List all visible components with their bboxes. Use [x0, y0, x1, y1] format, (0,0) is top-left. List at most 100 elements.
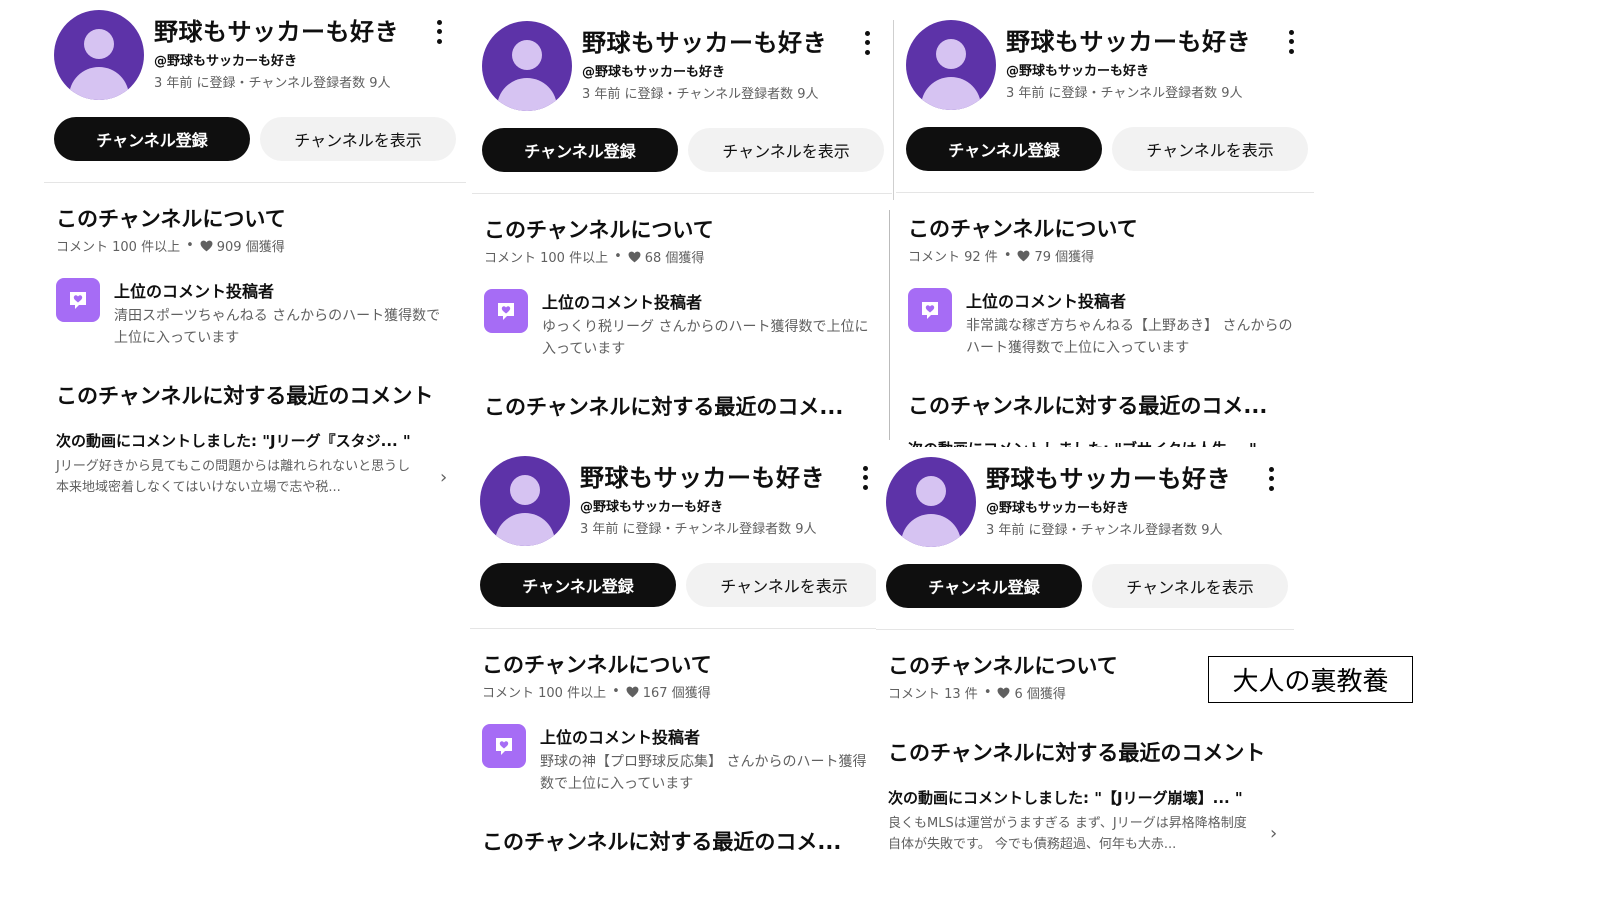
channel-name[interactable]: 野球もサッカーも好き — [154, 12, 399, 47]
channel-meta: 3 年前 に登録・チャンネル登録者数 9人 — [154, 76, 391, 91]
hearts-count: 909 個獲得 — [216, 240, 285, 255]
channel-handle: @野球もサッカーも好き — [986, 501, 1130, 516]
top-commenter-desc: 非常識な稼ぎ方ちゃんねる【上野あき】 さんからのハート獲得数で上位に入っています — [966, 318, 1293, 356]
top-commenter-desc: ゆっくり税リーグ さんからのハート獲得数で上位に入っています — [542, 319, 869, 357]
view-channel-button[interactable]: チャンネルを表示 — [688, 128, 884, 172]
subscribe-button[interactable]: チャンネル登録 — [906, 127, 1102, 171]
divider — [44, 182, 466, 183]
more-vert-icon[interactable] — [858, 464, 872, 492]
heart-icon — [1017, 250, 1030, 262]
scrollbar[interactable] — [889, 210, 890, 440]
separator: • — [186, 238, 194, 253]
recent-comments-title: このチャンネルに対する最近のコメント — [56, 384, 434, 408]
comment-heart-icon — [484, 289, 528, 333]
channel-meta: 3 年前 に登録・チャンネル登録者数 9人 — [582, 87, 819, 102]
comment-text[interactable]: Jリーグ好きから見てもこの問題からは離れられないと思うし 本来地域密着しなくては… — [56, 456, 426, 498]
more-vert-icon[interactable] — [1264, 465, 1278, 493]
comment-heart-icon — [482, 724, 526, 768]
top-commenter-desc: 清田スポーツちゃんねる さんからのハート獲得数で上位に入っています — [114, 308, 441, 346]
chevron-right-icon[interactable]: › — [440, 467, 447, 488]
channel-card-1: 野球もサッカーも好き @野球もサッカーも好き 3 年前 に登録・チャンネル登録者… — [44, 0, 466, 520]
comment-head[interactable]: 次の動画にコメントしました: "【Jリーグ崩壊】... " — [888, 787, 1243, 808]
more-vert-icon[interactable] — [860, 29, 874, 57]
avatar-icon[interactable] — [54, 10, 144, 100]
top-commenter-title: 上位のコメント投稿者 — [542, 293, 703, 312]
channel-handle: @野球もサッカーも好き — [580, 500, 724, 515]
more-vert-icon[interactable] — [1284, 28, 1298, 56]
hearts-count: 167 個獲得 — [642, 686, 711, 701]
comments-count: コメント 13 件 — [888, 687, 978, 702]
comment-text[interactable]: 良くもMLSは運営がうますぎる まず、Jリーグは昇格降格制度自体が失敗です。 今… — [888, 813, 1258, 855]
channel-name[interactable]: 野球もサッカーも好き — [1006, 22, 1251, 57]
comments-count: コメント 100 件以上 — [482, 686, 607, 701]
separator: • — [1003, 248, 1012, 263]
channel-handle: @野球もサッカーも好き — [582, 65, 726, 80]
avatar-icon[interactable] — [482, 21, 572, 111]
top-commenter-title: 上位のコメント投稿者 — [966, 292, 1127, 311]
hearts-count: 68 個獲得 — [644, 251, 705, 266]
chevron-right-icon[interactable]: › — [1270, 823, 1277, 844]
top-commenter-desc: 野球の神【プロ野球反応集】 さんからのハート獲得数で上位に入っています — [540, 754, 867, 792]
channel-meta: 3 年前 に登録・チャンネル登録者数 9人 — [986, 523, 1223, 538]
about-title: このチャンネルについて — [482, 653, 712, 677]
subscribe-button[interactable]: チャンネル登録 — [482, 128, 678, 172]
annotation-label: 大人の裏教養 — [1208, 656, 1413, 703]
divider — [896, 192, 1314, 193]
subscribe-button[interactable]: チャンネル登録 — [886, 564, 1082, 608]
divider — [876, 629, 1294, 630]
divider — [472, 193, 892, 194]
subscribe-button[interactable]: チャンネル登録 — [54, 117, 250, 161]
channel-name[interactable]: 野球もサッカーも好き — [580, 458, 825, 493]
top-commenter-title: 上位のコメント投稿者 — [540, 728, 701, 747]
heart-icon — [626, 686, 639, 698]
channel-header: 野球もサッカーも好き @野球もサッカーも好き 3 年前 に登録・チャンネル登録者… — [886, 457, 1281, 549]
separator: • — [983, 685, 992, 700]
view-channel-button[interactable]: チャンネルを表示 — [1112, 127, 1308, 171]
comment-heart-icon — [908, 288, 952, 332]
avatar-icon[interactable] — [886, 457, 976, 547]
channel-stats: コメント 100 件以上 • 167 個獲得 — [482, 682, 711, 701]
channel-name[interactable]: 野球もサッカーも好き — [582, 23, 827, 58]
more-vert-icon[interactable] — [432, 18, 446, 46]
channel-stats: コメント 100 件以上 • 909 個獲得 — [56, 236, 285, 255]
channel-handle: @野球もサッカーも好き — [1006, 64, 1150, 79]
view-channel-button[interactable]: チャンネルを表示 — [1092, 564, 1288, 608]
channel-stats: コメント 100 件以上 • 68 個獲得 — [484, 247, 704, 266]
channel-handle: @野球もサッカーも好き — [154, 54, 298, 69]
channel-stats: コメント 92 件 • 79 個獲得 — [908, 246, 1094, 265]
hearts-count: 6 個獲得 — [1014, 687, 1066, 702]
recent-comments-title: このチャンネルに対する最近のコメント — [888, 741, 1266, 765]
channel-header: 野球もサッカーも好き @野球もサッカーも好き 3 年前 に登録・チャンネル登録者… — [480, 456, 875, 548]
heart-icon — [628, 251, 641, 263]
channel-card-2: 野球もサッカーも好き @野球もサッカーも好き 3 年前 に登録・チャンネル登録者… — [472, 11, 892, 439]
channel-card-3: 野球もサッカーも好き @野球もサッカーも好き 3 年前 に登録・チャンネル登録者… — [896, 10, 1314, 448]
hearts-count: 79 個獲得 — [1034, 250, 1095, 265]
comments-count: コメント 92 件 — [908, 250, 998, 265]
comments-count: コメント 100 件以上 — [484, 251, 609, 266]
subscribe-button[interactable]: チャンネル登録 — [480, 563, 676, 607]
recent-comments-title: このチャンネルに対する最近のコメ... — [482, 830, 842, 854]
view-channel-button[interactable]: チャンネルを表示 — [686, 563, 882, 607]
about-title: このチャンネルについて — [888, 654, 1118, 678]
channel-meta: 3 年前 に登録・チャンネル登録者数 9人 — [1006, 86, 1243, 101]
top-commenter-title: 上位のコメント投稿者 — [114, 282, 275, 301]
divider — [470, 628, 882, 629]
comment-head[interactable]: 次の動画にコメントしました: "Jリーグ『スタジ... " — [56, 430, 411, 451]
view-channel-button[interactable]: チャンネルを表示 — [260, 117, 456, 161]
channel-name[interactable]: 野球もサッカーも好き — [986, 459, 1231, 494]
channel-header: 野球もサッカーも好き @野球もサッカーも好き 3 年前 に登録・チャンネル登録者… — [906, 20, 1301, 112]
heart-icon — [200, 240, 213, 252]
channel-card-4: 野球もサッカーも好き @野球もサッカーも好き 3 年前 に登録・チャンネル登録者… — [470, 446, 882, 876]
channel-header: 野球もサッカーも好き @野球もサッカーも好き 3 年前 に登録・チャンネル登録者… — [54, 10, 449, 102]
recent-comments-title: このチャンネルに対する最近のコメ... — [484, 395, 844, 419]
comments-count: コメント 100 件以上 — [56, 240, 181, 255]
about-title: このチャンネルについて — [908, 217, 1138, 241]
channel-header: 野球もサッカーも好き @野球もサッカーも好き 3 年前 に登録・チャンネル登録者… — [482, 21, 877, 113]
separator: • — [614, 249, 622, 264]
comment-heart-icon — [56, 278, 100, 322]
channel-meta: 3 年前 に登録・チャンネル登録者数 9人 — [580, 522, 817, 537]
recent-comments-title: このチャンネルに対する最近のコメ... — [908, 394, 1268, 418]
avatar-icon[interactable] — [480, 456, 570, 546]
about-title: このチャンネルについて — [56, 207, 286, 231]
avatar-icon[interactable] — [906, 20, 996, 110]
